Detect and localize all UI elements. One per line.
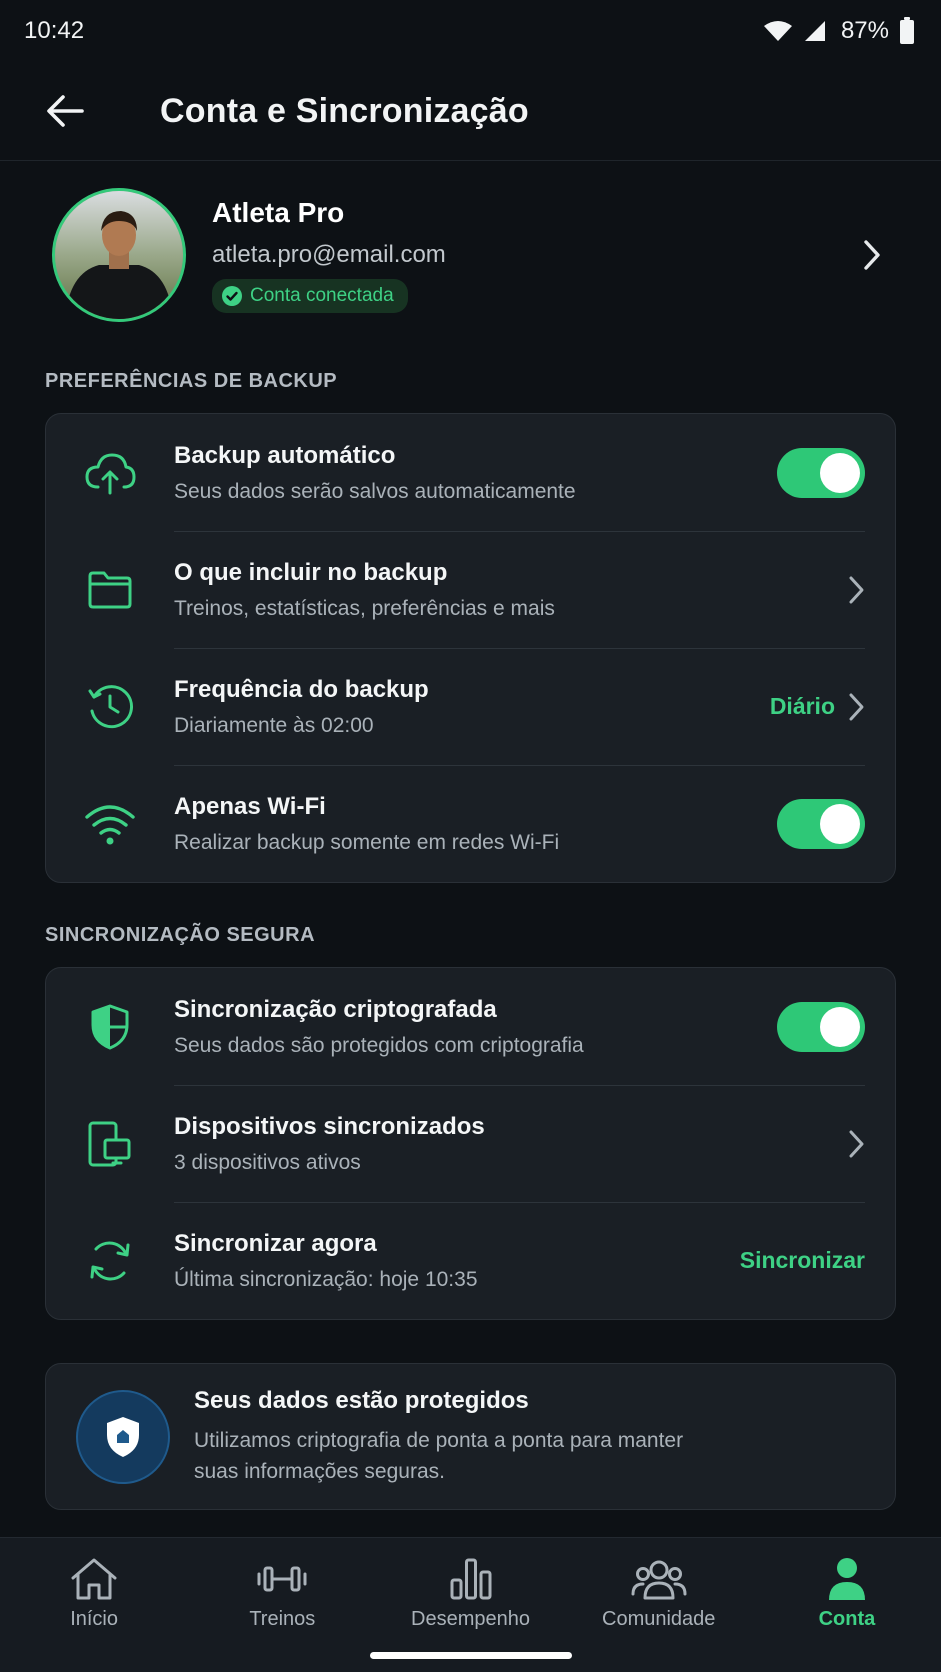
clock-icon xyxy=(46,683,174,731)
row-backup-conteudo[interactable]: O que incluir no backup Treinos, estatís… xyxy=(46,531,895,648)
people-icon xyxy=(631,1560,687,1600)
row-backup-frequencia[interactable]: Frequência do backup Diariamente às 02:0… xyxy=(46,648,895,765)
badge-label: Conta conectada xyxy=(250,285,394,306)
check-circle-icon xyxy=(222,286,242,306)
devices-icon xyxy=(46,1120,174,1168)
row-title: O que incluir no backup xyxy=(174,558,448,586)
security-info-card: Seus dados estão protegidos Utilizamos c… xyxy=(45,1363,896,1510)
dumbbell-icon xyxy=(257,1566,307,1592)
backup-auto-toggle[interactable] xyxy=(777,447,865,498)
status-time: 10:42 xyxy=(24,17,85,44)
row-sync-criptografada[interactable]: Sincronização criptografada Seus dados s… xyxy=(46,968,895,1085)
row-subtitle: 3 dispositivos ativos xyxy=(174,1150,361,1174)
shield-home-icon xyxy=(107,1416,139,1457)
row-backup-automatico[interactable]: Backup automático Seus dados serão salvo… xyxy=(46,414,895,531)
row-subtitle: Treinos, estatísticas, preferências e ma… xyxy=(174,596,555,620)
row-title: Frequência do backup xyxy=(174,675,429,703)
battery-percent: 87% xyxy=(840,17,889,44)
cloud-upload-icon xyxy=(46,451,174,495)
status-bar: 10:42 87% xyxy=(0,0,941,62)
nav-item-comunidade[interactable]: Comunidade xyxy=(565,1538,753,1672)
status-icons: 87% xyxy=(763,17,915,45)
folder-icon xyxy=(46,570,174,610)
page-title: Conta e Sincronização xyxy=(160,91,529,130)
frequency-value: Diário xyxy=(769,693,835,719)
nav-label: Início xyxy=(70,1608,118,1630)
toggle-knob xyxy=(820,803,860,844)
sync-card: Sincronização criptografada Seus dados s… xyxy=(45,967,896,1320)
wifi-icon xyxy=(46,803,174,845)
backup-card: Backup automático Seus dados serão salvo… xyxy=(45,413,896,883)
nav-item-treinos[interactable]: Treinos xyxy=(188,1538,376,1672)
chevron-right-icon xyxy=(849,693,864,720)
row-title: Sincronização criptografada xyxy=(174,995,497,1023)
encrypted-sync-toggle[interactable] xyxy=(777,1001,865,1052)
sync-icon xyxy=(46,1237,174,1285)
wifi-status-icon xyxy=(763,21,792,41)
avatar-image xyxy=(55,191,183,319)
wifi-only-toggle[interactable] xyxy=(777,798,865,849)
row-subtitle: Realizar backup somente em redes Wi-Fi xyxy=(174,830,560,854)
chevron-right-icon xyxy=(849,576,864,603)
back-button[interactable] xyxy=(30,76,100,146)
arrow-left-icon xyxy=(47,95,84,127)
home-indicator[interactable] xyxy=(370,1652,572,1659)
shield-icon xyxy=(46,1003,174,1051)
nav-label: Conta xyxy=(818,1608,876,1630)
battery-icon xyxy=(900,17,914,44)
info-body: Utilizamos criptografia de ponta a ponta… xyxy=(194,1428,684,1483)
home-icon xyxy=(71,1558,117,1600)
nav-label: Treinos xyxy=(249,1608,316,1630)
row-title: Dispositivos sincronizados xyxy=(174,1112,485,1140)
row-subtitle: Seus dados são protegidos com criptograf… xyxy=(174,1033,584,1057)
nav-label: Comunidade xyxy=(602,1608,716,1630)
row-subtitle: Diariamente às 02:00 xyxy=(174,713,374,737)
chevron-right-icon xyxy=(849,1130,864,1157)
toggle-knob xyxy=(820,452,860,493)
profile-email: atleta.pro@email.com xyxy=(212,241,446,268)
shield-badge xyxy=(76,1389,170,1484)
row-title: Sincronizar agora xyxy=(174,1229,377,1257)
signal-icon xyxy=(804,21,825,41)
person-icon xyxy=(828,1558,865,1600)
chevron-right-icon xyxy=(852,235,892,275)
profile-card[interactable]: Atleta Pro atleta.pro@email.com Conta co… xyxy=(52,188,892,322)
row-subtitle: Última sincronização: hoje 10:35 xyxy=(174,1267,478,1291)
nav-label: Desempenho xyxy=(411,1608,530,1630)
toggle-knob xyxy=(820,1006,860,1047)
row-title: Backup automático xyxy=(174,441,396,469)
profile-info: Atleta Pro atleta.pro@email.com Conta co… xyxy=(212,197,852,313)
section-title-backup: PREFERÊNCIAS DE BACKUP xyxy=(45,370,338,392)
info-title: Seus dados estão protegidos xyxy=(194,1386,529,1414)
status-badge: Conta conectada xyxy=(212,279,408,313)
nav-item-conta[interactable]: Conta xyxy=(753,1538,941,1672)
app-bar: Conta e Sincronização xyxy=(0,62,941,161)
row-sincronizar-agora: Sincronizar agora Última sincronização: … xyxy=(46,1202,895,1319)
avatar xyxy=(52,188,186,322)
bar-chart-icon xyxy=(450,1558,491,1600)
row-dispositivos[interactable]: Dispositivos sincronizados 3 dispositivo… xyxy=(46,1085,895,1202)
sync-now-button[interactable]: Sincronizar xyxy=(740,1247,865,1274)
nav-item-inicio[interactable]: Início xyxy=(0,1538,188,1672)
row-title: Apenas Wi-Fi xyxy=(174,792,326,820)
section-title-sync: SINCRONIZAÇÃO SEGURA xyxy=(45,924,316,946)
row-backup-wifi[interactable]: Apenas Wi-Fi Realizar backup somente em … xyxy=(46,765,895,882)
row-subtitle: Seus dados serão salvos automaticamente xyxy=(174,479,576,503)
profile-name: Atleta Pro xyxy=(212,197,345,228)
